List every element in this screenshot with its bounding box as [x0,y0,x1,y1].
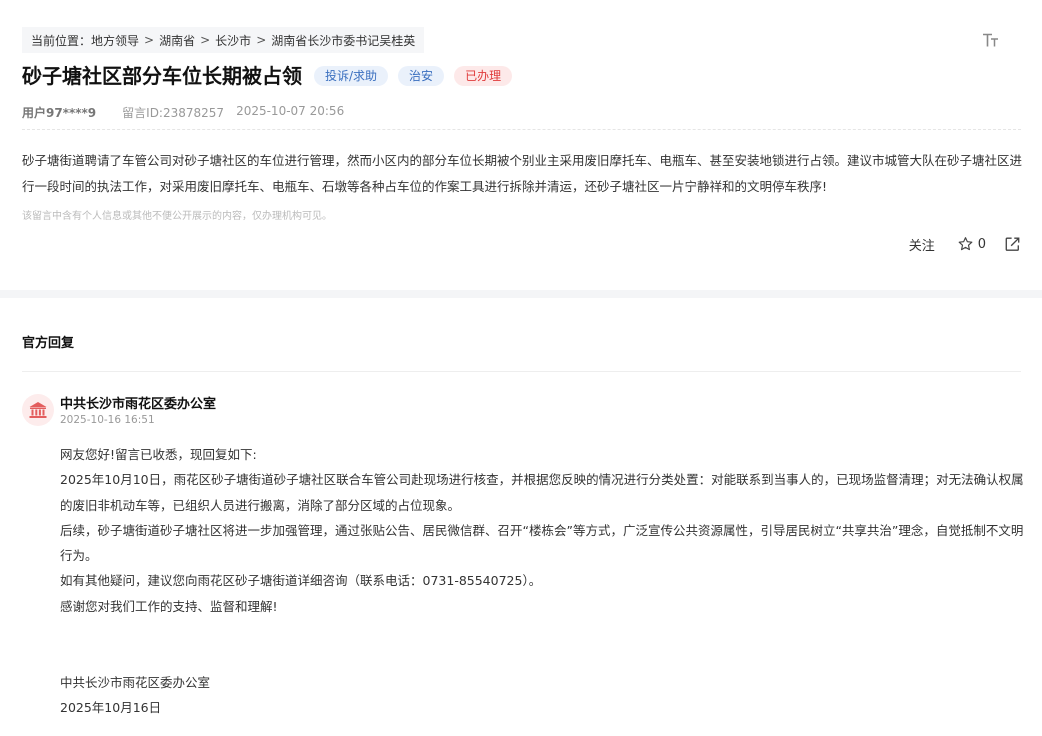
breadcrumb-item-leader[interactable]: 湖南省长沙市委书记吴桂英 [271,32,415,49]
breadcrumb-separator: > [144,33,155,47]
reply-paragraph: 如有其他疑问，建议您向雨花区砂子塘街道详细咨询（联系电话：0731-855407… [60,573,542,589]
font-size-icon[interactable] [981,31,1001,49]
tag-security: 治安 [398,66,445,86]
avatar [22,394,54,426]
reply-paragraph: 网友您好!留言已收悉，现回复如下: [60,447,257,462]
reply-date: 2025-10-16 16:51 [60,414,155,426]
reply-spacer [60,619,1026,670]
breadcrumb-separator: > [256,33,267,47]
privacy-note: 该留言中含有个人信息或其他不便公开展示的内容，仅办理机构可见。 [22,211,332,222]
section-divider [22,371,1021,372]
tag-complaint: 投诉/求助 [314,66,389,86]
reply-signature-date: 2025年10月16日 [60,699,162,715]
share-icon [1005,237,1020,251]
message-id: 留言ID:23878257 [122,106,225,120]
reply-paragraph: 后续，砂子塘街道砂子塘社区将进一步加强管理，通过张贴公告、居民微信群、召开“楼栋… [60,522,1024,564]
reply-organization: 中共长沙市雨花区委办公室 [60,397,217,412]
message-section: 当前位置： 地方领导 > 湖南省 > 长沙市 > 湖南省长沙市委书记吴桂英 砂子… [0,0,1042,290]
message-body: 砂子塘街道聘请了车管公司对砂子塘社区的车位进行管理，然而小区内的部分车位长期被个… [22,153,1023,194]
government-building-icon [29,402,47,418]
reply-content: 网友您好!留言已收悉，现回复如下: 2025年10月10日，雨花区砂子塘街道砂子… [60,442,1026,720]
tag-status-handled: 已办理 [454,66,513,86]
breadcrumb-item-province[interactable]: 湖南省 [159,32,195,49]
share-button[interactable] [1004,236,1021,252]
message-actions: 关注 0 [909,234,1021,254]
user-name: 用户97****9 [22,106,97,120]
star-icon [958,237,973,251]
star-count: 0 [977,236,986,252]
follow-button[interactable]: 关注 [909,235,935,254]
breadcrumb-item-local-leaders[interactable]: 地方领导 [91,32,139,49]
reply-section-title: 官方回复 [22,336,75,351]
message-datetime: 2025-10-07 20:56 [236,104,345,118]
breadcrumb-label: 当前位置： [31,33,92,48]
section-gap [0,290,1042,298]
reply-signature-org: 中共长沙市雨花区委办公室 [60,674,211,690]
official-reply-section: 官方回复 中共长沙市雨花区委办公室 2025-10-16 16:51 网友您好!… [0,298,1042,736]
star-button[interactable]: 0 [957,236,986,252]
message-meta: 用户97****9 留言ID:23878257 2025-10-07 20:56 [22,104,344,121]
breadcrumb-item-city[interactable]: 长沙市 [215,32,251,49]
title-row: 砂子塘社区部分车位长期被占领 投诉/求助 治安 已办理 [22,62,513,90]
dashed-divider [22,129,1021,130]
message-title: 砂子塘社区部分车位长期被占领 [22,64,302,88]
breadcrumb-separator: > [200,33,211,47]
reply-paragraph: 2025年10月10日，雨花区砂子塘街道砂子塘社区联合车管公司赴现场进行核查，并… [60,472,1024,513]
reply-paragraph: 感谢您对我们工作的支持、监督和理解! [60,598,278,614]
breadcrumb: 当前位置： 地方领导 > 湖南省 > 长沙市 > 湖南省长沙市委书记吴桂英 [22,27,425,53]
